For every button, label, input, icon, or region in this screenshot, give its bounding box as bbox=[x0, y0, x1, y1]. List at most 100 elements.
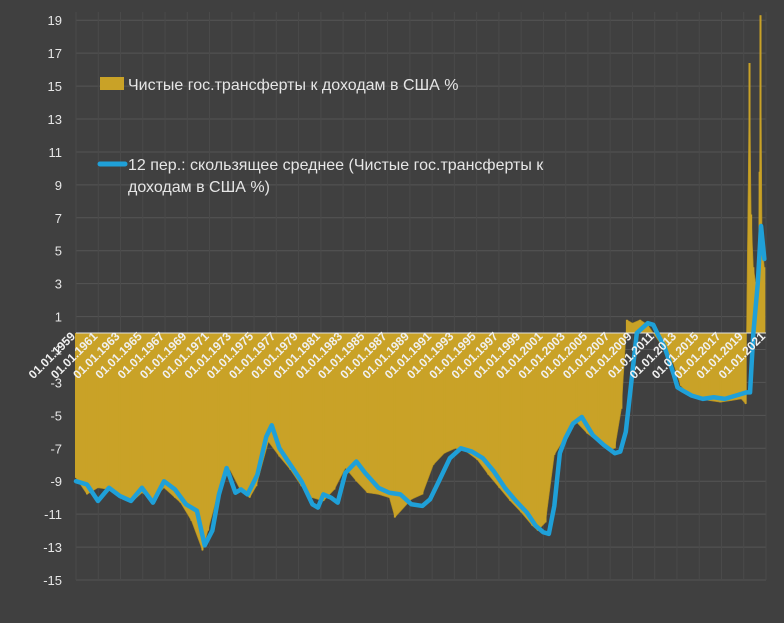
moving-average-point bbox=[152, 501, 154, 504]
moving-average-point bbox=[734, 394, 737, 397]
moving-average-point bbox=[515, 500, 517, 502]
moving-average-point bbox=[344, 472, 347, 474]
moving-average-point bbox=[542, 531, 545, 534]
moving-average-point bbox=[108, 487, 110, 489]
moving-average-point bbox=[619, 450, 622, 453]
moving-average-point bbox=[270, 424, 273, 427]
y-tick-label: -11 bbox=[44, 507, 62, 522]
moving-average-point bbox=[482, 457, 484, 459]
moving-average-point bbox=[322, 493, 325, 496]
moving-average-point bbox=[438, 480, 440, 483]
moving-average-point bbox=[399, 493, 402, 496]
moving-average-point bbox=[196, 510, 198, 512]
moving-average-point bbox=[130, 500, 132, 502]
y-tick-label: 5 bbox=[55, 244, 62, 259]
moving-average-point bbox=[493, 470, 495, 473]
moving-average-point bbox=[410, 503, 413, 506]
moving-average-point bbox=[75, 480, 77, 483]
moving-average-point bbox=[756, 282, 759, 285]
moving-average-point bbox=[763, 258, 766, 260]
moving-average-point bbox=[745, 391, 748, 394]
moving-average-point bbox=[300, 480, 303, 483]
moving-average-point bbox=[534, 524, 537, 527]
moving-average-point bbox=[246, 493, 249, 496]
moving-average-point bbox=[97, 500, 99, 502]
moving-average-point bbox=[603, 444, 605, 446]
moving-average-point bbox=[163, 480, 165, 483]
moving-average-point bbox=[548, 533, 550, 535]
moving-average-point bbox=[364, 472, 366, 474]
moving-average-point bbox=[559, 452, 561, 455]
y-tick-label: -7 bbox=[50, 441, 62, 456]
moving-average-point bbox=[635, 332, 638, 334]
legend-bar-swatch bbox=[100, 77, 124, 90]
moving-average-point bbox=[119, 495, 121, 497]
moving-average-point bbox=[526, 511, 528, 514]
moving-average-point bbox=[449, 457, 451, 459]
y-tick-label: 9 bbox=[55, 178, 62, 193]
moving-average-point bbox=[614, 452, 616, 455]
y-tick-label: 1 bbox=[55, 310, 62, 325]
y-tick-label: 17 bbox=[48, 46, 62, 61]
moving-average-point bbox=[701, 398, 704, 400]
moving-average-point bbox=[278, 447, 281, 450]
moving-average-point bbox=[388, 491, 391, 494]
moving-average-point bbox=[760, 225, 762, 227]
moving-average-point bbox=[355, 460, 358, 463]
moving-average-point bbox=[218, 493, 220, 496]
moving-average-point bbox=[317, 506, 319, 509]
chart-area: 19 17 15 13 11 9 7 5 3 1 -1 -3 -5 -7 -9 -11 -13 -15 01.01… bbox=[0, 0, 784, 618]
moving-average-point bbox=[429, 498, 431, 501]
moving-average-point bbox=[336, 501, 339, 504]
moving-average-point bbox=[311, 503, 314, 506]
moving-average-point bbox=[676, 386, 679, 389]
moving-average-point bbox=[652, 324, 655, 326]
moving-average-point bbox=[330, 496, 332, 499]
moving-average-point bbox=[211, 529, 214, 532]
moving-average-point bbox=[646, 322, 649, 324]
moving-average-point bbox=[460, 447, 462, 450]
chart-svg: 191715131197531-1-3-5-7-9-11-13-15 01.01… bbox=[0, 0, 784, 618]
moving-average-point bbox=[564, 437, 567, 440]
moving-average-point bbox=[504, 487, 506, 489]
moving-average-point bbox=[690, 394, 693, 397]
moving-average-point bbox=[86, 483, 88, 486]
moving-average-point bbox=[265, 435, 268, 438]
moving-average-point bbox=[377, 487, 380, 489]
moving-average-point bbox=[657, 335, 660, 338]
legend-line-label-line-1: 12 пер.: скользящее среднее (Чистые гос.… bbox=[128, 157, 544, 174]
moving-average-point bbox=[174, 488, 176, 491]
legend-bar-label: Чистые гос.трансферты к доходам в США % bbox=[128, 77, 459, 94]
moving-average-point bbox=[225, 467, 228, 469]
moving-average-point bbox=[572, 422, 574, 425]
moving-average-point bbox=[625, 431, 627, 433]
y-tick-label: 13 bbox=[48, 112, 62, 127]
y-tick-label: 3 bbox=[55, 277, 62, 292]
moving-average-point bbox=[712, 396, 715, 399]
moving-average-point bbox=[641, 327, 644, 329]
moving-average-point bbox=[630, 381, 633, 384]
moving-average-point bbox=[185, 503, 187, 506]
moving-average-point bbox=[141, 487, 143, 489]
moving-average-point bbox=[581, 416, 583, 418]
moving-average-point bbox=[256, 473, 259, 476]
moving-average-point bbox=[240, 488, 242, 491]
moving-average-point bbox=[289, 463, 292, 466]
moving-average-point bbox=[682, 389, 684, 392]
y-tick-label: -9 bbox=[50, 474, 62, 489]
moving-average-point bbox=[723, 398, 726, 400]
y-tick-label: 7 bbox=[55, 211, 62, 226]
moving-average-point bbox=[421, 505, 424, 507]
moving-average-point bbox=[471, 450, 473, 453]
moving-average-point bbox=[553, 505, 556, 507]
moving-average-point bbox=[592, 434, 594, 436]
y-tick-label: 11 bbox=[49, 145, 63, 160]
moving-average-point bbox=[203, 544, 206, 547]
y-tick-label: 15 bbox=[48, 79, 62, 94]
y-tick-label: -13 bbox=[43, 540, 62, 555]
moving-average-point bbox=[234, 491, 237, 494]
legend-line-label-line-2: доходам в США %) bbox=[128, 179, 270, 196]
y-tick-label: -5 bbox=[50, 408, 62, 423]
y-tick-label: -15 bbox=[43, 573, 62, 588]
moving-average-point bbox=[749, 391, 751, 394]
